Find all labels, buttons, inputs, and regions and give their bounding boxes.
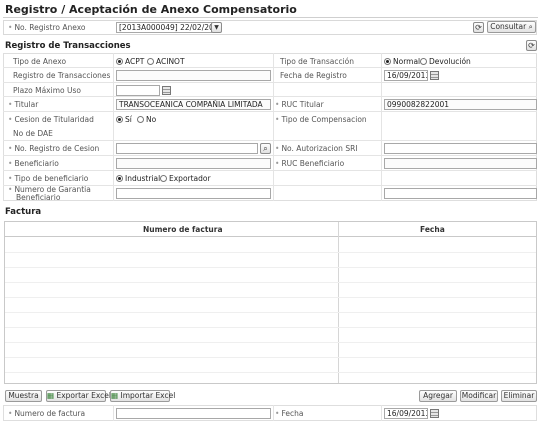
- no-dae-label: No de DAE: [13, 129, 53, 138]
- autorizacion-sri-field[interactable]: [384, 143, 537, 154]
- tipo-transaccion-radio-devolucion[interactable]: Devolución: [420, 57, 471, 66]
- factura-table: Numero de factura Fecha: [4, 221, 537, 384]
- grid-line: [3, 140, 537, 141]
- beneficiario-label: • Beneficiario: [8, 159, 59, 168]
- fecha-registro-label: Fecha de Registro: [280, 71, 347, 80]
- tipo-anexo-label: Tipo de Anexo: [13, 57, 67, 66]
- agregar-button[interactable]: Agregar: [419, 390, 457, 402]
- numero-factura-field[interactable]: [116, 408, 271, 419]
- exportar-excel-button[interactable]: ▦ Exportar Excel: [46, 390, 111, 402]
- tipo-compensacion-label: • Tipo de Compensacion: [275, 115, 367, 124]
- numero-garantia-field[interactable]: [116, 188, 271, 199]
- registro-anexo-select[interactable]: [2013A000049] 22/02/2013: [116, 22, 212, 33]
- calendar-icon[interactable]: [162, 86, 171, 95]
- refresh-icon[interactable]: ⟳: [526, 40, 537, 51]
- grid-line: [113, 405, 114, 421]
- grid-line: [3, 111, 537, 112]
- table-row[interactable]: [5, 297, 536, 298]
- tipo-anexo-radio-acinot[interactable]: ACINOT: [147, 57, 185, 66]
- tipo-anexo-radio-acpt[interactable]: ACPT: [116, 57, 144, 66]
- section-factura-title: Factura: [5, 207, 42, 217]
- no-registro-cesion-field[interactable]: [116, 143, 258, 154]
- radio-icon: [147, 58, 154, 65]
- grid-line: [273, 405, 274, 421]
- search-icon: ⌕: [528, 22, 533, 31]
- tipo-beneficiario-label: • Tipo de beneficiario: [8, 174, 89, 183]
- search-icon[interactable]: ⌕: [260, 143, 271, 154]
- table-row[interactable]: [5, 282, 536, 283]
- cesion-radio-si[interactable]: Sí: [116, 115, 132, 124]
- radio-icon: [160, 175, 167, 182]
- plazo-maximo-label: Plazo Máximo Uso: [13, 86, 81, 95]
- grid-line: [3, 82, 537, 83]
- ruc-titular-field[interactable]: 0990082822001: [384, 99, 537, 110]
- section-transacciones-title: Registro de Transacciones: [5, 41, 131, 51]
- page-title: Registro / Aceptación de Anexo Compensat…: [5, 3, 297, 16]
- grid-line: [273, 53, 274, 201]
- cesion-titularidad-label: • Cesion de Titularidad: [8, 115, 94, 124]
- calendar-icon[interactable]: [430, 71, 439, 80]
- eliminar-button[interactable]: Eliminar: [501, 390, 537, 402]
- factura-table-header: Numero de factura Fecha: [5, 222, 536, 237]
- registro-transacciones-label: Registro de Transacciones: [13, 71, 111, 80]
- grid-line: [113, 53, 114, 201]
- modificar-button[interactable]: Modificar: [460, 390, 498, 402]
- importar-excel-button[interactable]: ▦ Importar Excel: [110, 390, 175, 402]
- grid-line: [3, 67, 537, 68]
- column-header-numero-factura[interactable]: Numero de factura: [143, 225, 223, 234]
- beneficiario-field[interactable]: [116, 158, 271, 169]
- ruc-beneficiario-field[interactable]: [384, 158, 537, 169]
- excel-icon: ▦: [47, 391, 55, 400]
- autorizacion-sri-label: • No. Autorizacion SRI: [275, 144, 358, 153]
- excel-icon: ▦: [111, 391, 119, 400]
- consultar-button[interactable]: Consultar ⌕: [487, 21, 536, 33]
- table-row[interactable]: [5, 267, 536, 268]
- radio-icon: [137, 116, 144, 123]
- ruc-titular-label: • RUC Titular: [275, 100, 324, 109]
- grid-line: [3, 155, 537, 156]
- table-row[interactable]: [5, 342, 536, 343]
- radio-icon: [420, 58, 427, 65]
- radio-selected-icon: [116, 58, 123, 65]
- column-header-fecha[interactable]: Fecha: [420, 225, 445, 234]
- radio-selected-icon: [384, 58, 391, 65]
- tipo-beneficiario-radio-industrial[interactable]: Industrial: [116, 174, 160, 183]
- ruc-beneficiario-label: • RUC Beneficiario: [275, 159, 345, 168]
- tipo-beneficiario-radio-exportador[interactable]: Exportador: [160, 174, 211, 183]
- tipo-transaccion-label: Tipo de Transacción: [280, 57, 355, 66]
- titular-label: • Titular: [8, 100, 39, 109]
- radio-selected-icon: [116, 175, 123, 182]
- titular-field[interactable]: TRANSOCEANICA COMPAÑIA LIMITADA: [116, 99, 271, 110]
- cesion-radio-no[interactable]: No: [137, 115, 156, 124]
- grid-line: [3, 170, 537, 171]
- fecha-factura-field[interactable]: 16/09/2013: [384, 408, 428, 419]
- plazo-maximo-field[interactable]: [116, 85, 160, 96]
- muestra-button[interactable]: Muestra: [5, 390, 42, 402]
- grid-line: [381, 405, 382, 421]
- fecha-factura-label: • Fecha: [275, 409, 304, 418]
- fecha-registro-field[interactable]: 16/09/2013: [384, 70, 428, 81]
- table-row[interactable]: [5, 357, 536, 358]
- grid-line: [3, 96, 537, 97]
- tipo-transaccion-radio-normal[interactable]: Normal: [384, 57, 420, 66]
- table-row[interactable]: [5, 312, 536, 313]
- column-divider: [338, 222, 339, 383]
- radio-selected-icon: [116, 116, 123, 123]
- table-row[interactable]: [5, 327, 536, 328]
- table-row[interactable]: [5, 372, 536, 373]
- grid-line: [381, 53, 382, 201]
- table-row[interactable]: [5, 252, 536, 253]
- refresh-icon[interactable]: ⟳: [473, 22, 484, 33]
- registro-anexo-label: • No. Registro Anexo: [8, 23, 86, 32]
- numero-garantia-extra-field[interactable]: [384, 188, 537, 199]
- chevron-down-icon[interactable]: ▼: [211, 22, 222, 33]
- no-registro-cesion-label: • No. Registro de Cesion: [8, 144, 100, 153]
- registro-transacciones-field[interactable]: [116, 70, 271, 81]
- title-divider: [3, 17, 538, 18]
- numero-garantia-label: • Numero de Garantia Beneficiario: [8, 185, 91, 202]
- calendar-icon[interactable]: [430, 409, 439, 418]
- numero-factura-label: • Numero de factura: [8, 409, 86, 418]
